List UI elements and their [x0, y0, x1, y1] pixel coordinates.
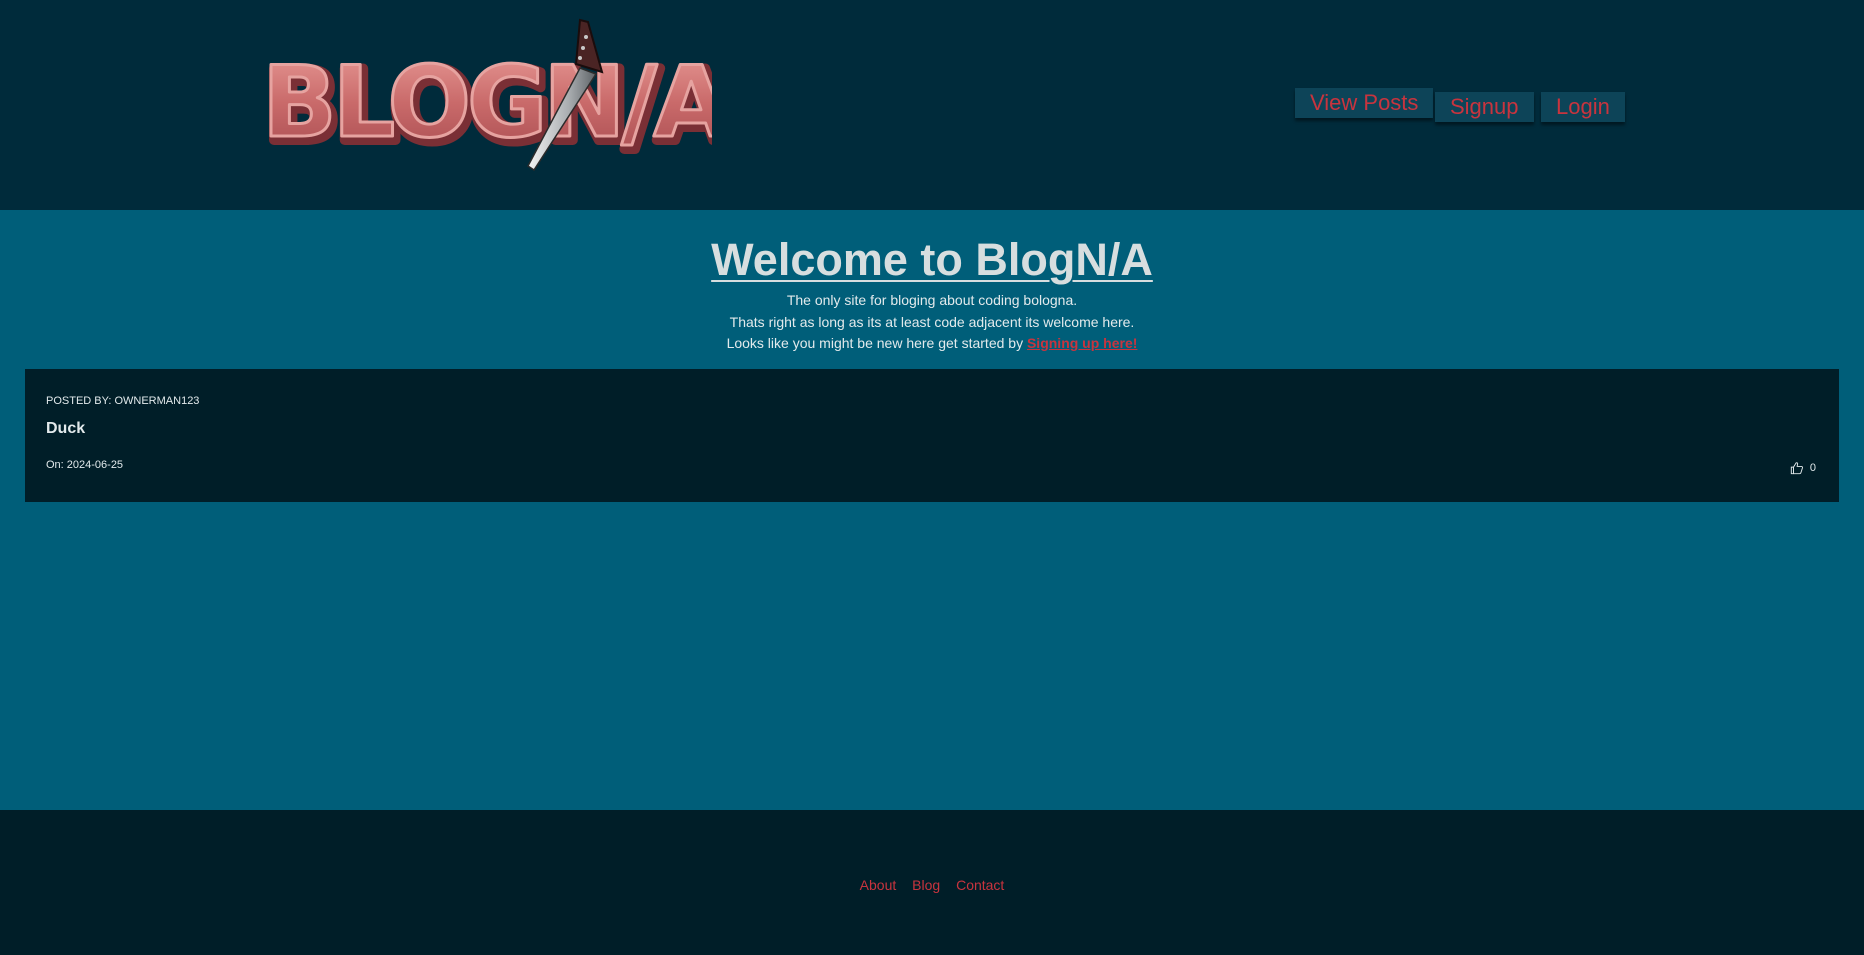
post-date: On: 2024-06-25 [46, 459, 124, 471]
post-card[interactable]: POSTED BY: OWNERMAN123 Duck On: 2024-06-… [25, 369, 1839, 502]
intro-line-2: Thats right as long as its at least code… [729, 313, 1135, 330]
thumbs-up-icon[interactable] [1790, 461, 1804, 475]
footer-link-contact[interactable]: Contact [956, 877, 1004, 893]
intro-line-3: Looks like you might be new here get sta… [726, 335, 1138, 351]
login-button[interactable]: Login [1541, 92, 1625, 122]
post-author: POSTED BY: OWNERMAN123 [46, 395, 200, 407]
main-content: Welcome to BlogN/A The only site for blo… [0, 210, 1864, 810]
site-logo[interactable]: BLOGN/A BLOGN/A [262, 12, 712, 177]
footer-link-blog[interactable]: Blog [912, 877, 940, 893]
svg-text:BLOGN/A: BLOGN/A [262, 46, 712, 160]
footer-nav: About Blog Contact [0, 877, 1864, 893]
site-footer: About Blog Contact [0, 810, 1864, 955]
intro-text: The only site for bloging about coding b… [0, 290, 1864, 355]
signup-button[interactable]: Signup [1435, 92, 1534, 122]
view-posts-button[interactable]: View Posts [1295, 88, 1434, 118]
site-header: BLOGN/A BLOGN/A View Posts Signup Login [0, 0, 1864, 210]
signup-link[interactable]: Signing up here! [1027, 335, 1137, 351]
like-control: 0 [1790, 461, 1816, 475]
footer-link-about[interactable]: About [860, 877, 897, 893]
page-title: Welcome to BlogN/A [711, 234, 1153, 285]
like-count: 0 [1809, 462, 1816, 474]
logo-image: BLOGN/A BLOGN/A [262, 18, 712, 172]
intro-line-1: The only site for bloging about coding b… [786, 292, 1078, 308]
post-title[interactable]: Duck [46, 420, 85, 438]
